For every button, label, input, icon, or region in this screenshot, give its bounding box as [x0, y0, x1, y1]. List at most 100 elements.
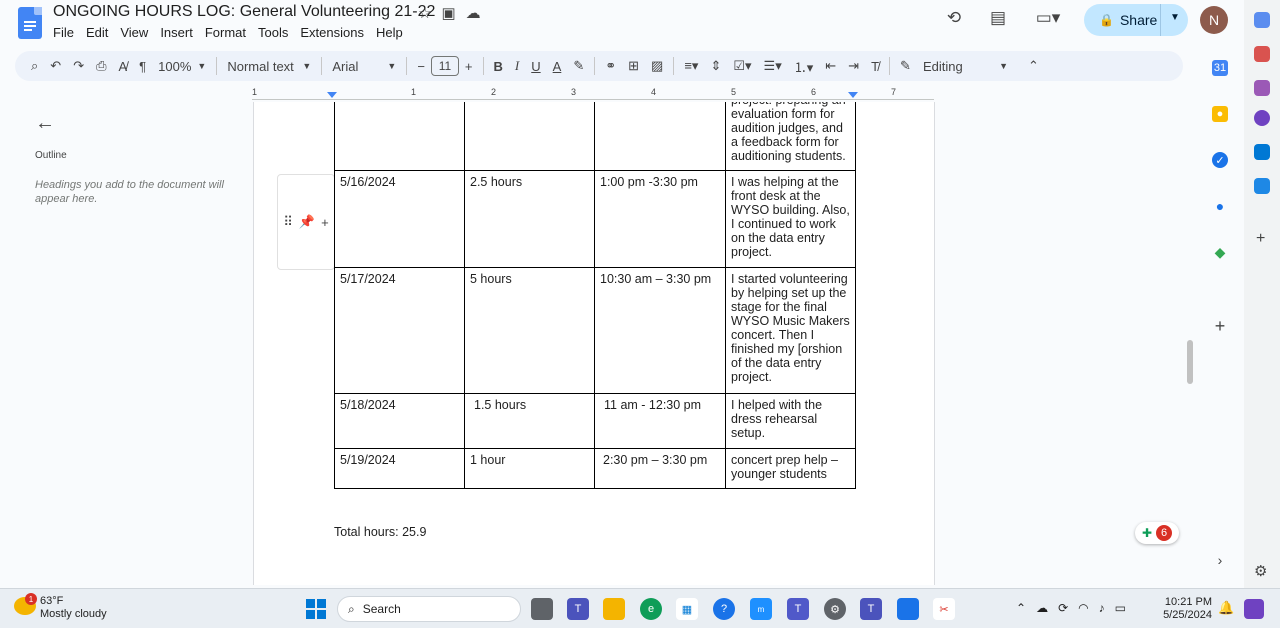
photos-icon[interactable] [897, 598, 919, 620]
add-comment-icon[interactable]: ⊞ [622, 54, 645, 78]
menu-tools[interactable]: Tools [258, 25, 288, 40]
add-sidebar-icon[interactable]: + [1256, 230, 1265, 248]
collapse-panel-icon[interactable]: › [1212, 552, 1228, 568]
text-color-button[interactable]: A [547, 54, 568, 78]
keep-icon[interactable]: ● [1212, 106, 1228, 122]
clear-formatting-icon[interactable]: T̸ [865, 54, 885, 78]
taskbar-search[interactable]: ⌕ Search [337, 596, 521, 622]
menu-file[interactable]: File [53, 25, 74, 40]
volume-icon[interactable]: ♪ [1099, 601, 1105, 615]
teams-new-icon[interactable]: T [860, 598, 882, 620]
line-spacing-icon[interactable]: ⇕ [704, 54, 727, 78]
decrease-indent-icon[interactable]: ⇤ [819, 54, 842, 78]
right-indent-marker[interactable] [848, 92, 858, 98]
menu-extensions[interactable]: Extensions [300, 25, 364, 40]
menu-format[interactable]: Format [205, 25, 246, 40]
table-cell[interactable]: 11 am - 12:30 pm [594, 393, 726, 449]
insert-link-icon[interactable]: ⚭ [599, 54, 622, 78]
menu-insert[interactable]: Insert [160, 25, 193, 40]
notification-bell-icon[interactable]: 🔔 [1218, 600, 1234, 616]
table-cell[interactable]: 5/17/2024 [334, 267, 465, 394]
table-cell[interactable]: 1 hour [464, 448, 595, 489]
increase-indent-icon[interactable]: ⇥ [842, 54, 865, 78]
bulleted-list-icon[interactable]: ☰▾ [758, 54, 788, 78]
menu-view[interactable]: View [120, 25, 148, 40]
cloud-status-icon[interactable]: ☁ [466, 4, 481, 22]
numbered-list-icon[interactable]: ⒈▾ [788, 54, 820, 78]
table-cell[interactable]: 5/18/2024 [334, 393, 465, 449]
redo-icon[interactable]: ↷ [67, 54, 90, 78]
copilot-icon[interactable] [1254, 110, 1270, 126]
store-icon[interactable]: ▦ [676, 598, 698, 620]
table-cell[interactable]: 5/16/2024 [334, 170, 465, 268]
clock[interactable]: 10:21 PM 5/25/2024 [1160, 596, 1212, 622]
grammar-suggestions-bubble[interactable]: ✚ 6 [1135, 522, 1179, 544]
copilot-taskbar-icon[interactable] [1244, 599, 1264, 619]
move-folder-icon[interactable]: ▣ [441, 4, 455, 22]
font-size-input[interactable]: 11 [430, 56, 459, 76]
search-menus-icon[interactable]: ⌕ [25, 54, 44, 78]
table-cell[interactable]: I started volunteering by helping set up… [725, 267, 856, 394]
pin-icon[interactable]: 📌 [299, 214, 315, 230]
help-icon[interactable]: ? [713, 598, 735, 620]
star-icon[interactable]: ☆ [418, 4, 431, 22]
back-arrow-icon[interactable]: ← [35, 112, 55, 135]
maps-icon[interactable]: ◆ [1212, 244, 1228, 260]
add-row-icon[interactable]: + [321, 215, 329, 230]
meet-icon[interactable]: ▭▾ [1028, 4, 1068, 32]
insert-image-icon[interactable]: ▨ [645, 54, 669, 78]
italic-button[interactable]: I [509, 54, 525, 78]
tag-icon[interactable] [1254, 12, 1270, 28]
file-explorer-icon[interactable] [603, 598, 625, 620]
table-cell[interactable] [464, 102, 595, 171]
table-row-handle[interactable]: ⠿ 📌 + [277, 174, 335, 270]
document-title[interactable]: ONGOING HOURS LOG: General Volunteering … [53, 3, 435, 21]
avatar[interactable]: N [1200, 6, 1228, 34]
table-cell[interactable]: 5/19/2024 [334, 448, 465, 489]
version-history-icon[interactable]: ⟲ [940, 4, 968, 32]
docs-logo-icon[interactable] [18, 7, 42, 39]
increase-font-size-icon[interactable]: + [459, 54, 479, 78]
editing-mode-select[interactable]: ✎ Editing ▼ [894, 54, 1014, 78]
settings-app-icon[interactable]: ⚙ [824, 598, 846, 620]
calendar-icon[interactable]: 31 [1212, 60, 1228, 76]
wifi-icon[interactable]: ◠ [1078, 601, 1088, 615]
table-cell[interactable]: 2:30 pm – 3:30 pm [594, 448, 726, 489]
table-cell[interactable]: 2.5 hours [464, 170, 595, 268]
hide-menus-icon[interactable]: ⌃ [1022, 54, 1045, 78]
tasks-icon[interactable]: ✓ [1212, 152, 1228, 168]
style-select[interactable]: Normal text ▼ [221, 54, 317, 78]
sync-icon[interactable]: ⟳ [1058, 601, 1068, 615]
table-cell[interactable]: 5 hours [464, 267, 595, 394]
add-addon-icon[interactable]: + [1212, 316, 1228, 336]
table-cell[interactable] [334, 102, 465, 171]
document-page[interactable]: ⠿ 📌 + project: preparing an evaluation f… [253, 102, 935, 585]
vertical-scrollbar[interactable] [1187, 340, 1193, 384]
table-cell[interactable]: project: preparing an evaluation form fo… [725, 102, 856, 171]
table-cell[interactable]: concert prep help – younger students [725, 448, 856, 489]
contacts-icon[interactable]: ● [1212, 198, 1228, 214]
print-icon[interactable]: ⎙ [90, 54, 112, 78]
chess-icon[interactable] [1254, 80, 1270, 96]
spellcheck-icon[interactable]: A̸ [113, 54, 134, 78]
ruler[interactable]: 1 1 2 3 4 5 6 7 [252, 87, 952, 102]
start-button[interactable] [306, 599, 326, 619]
highlight-icon[interactable]: ✎ [567, 54, 590, 78]
table-cell[interactable]: I helped with the dress rehearsal setup. [725, 393, 856, 449]
left-indent-marker[interactable] [327, 92, 337, 98]
table-cell[interactable]: 10:30 am – 3:30 pm [594, 267, 726, 394]
teams-icon[interactable]: T [787, 598, 809, 620]
undo-icon[interactable]: ↶ [44, 54, 67, 78]
align-icon[interactable]: ≡▾ [678, 54, 704, 78]
settings-gear-icon[interactable]: ⚙ [1254, 562, 1267, 580]
table-cell[interactable]: 1:00 pm -3:30 pm [594, 170, 726, 268]
onedrive-icon[interactable]: ☁ [1036, 601, 1048, 615]
task-view-icon[interactable] [531, 598, 553, 620]
paint-format-icon[interactable]: ¶ [133, 54, 152, 78]
share-dropdown-icon[interactable]: ▼ [1170, 12, 1180, 23]
zoom-select[interactable]: 100% ▼ [152, 54, 212, 78]
show-hidden-icons[interactable]: ⌃ [1016, 601, 1026, 615]
menu-help[interactable]: Help [376, 25, 403, 40]
bold-button[interactable]: B [488, 54, 509, 78]
mcafee-icon[interactable]: m [750, 598, 772, 620]
